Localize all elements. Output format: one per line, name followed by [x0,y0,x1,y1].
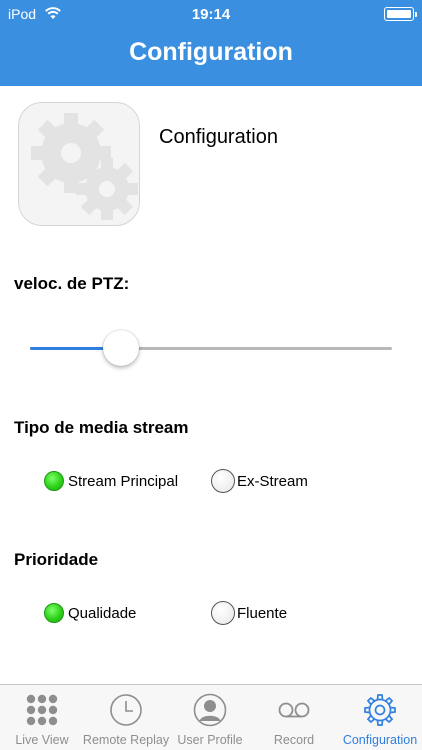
radio-indicator[interactable] [44,471,64,491]
tab-live-view[interactable]: Live View [0,685,84,750]
tab-record[interactable]: Record [252,685,336,750]
tab-bar: Live View Remote Replay User Profile Rec… [0,684,422,750]
tab-remote-replay[interactable]: Remote Replay [83,685,169,750]
ptz-speed-label: veloc. de PTZ: [14,274,130,293]
radio-fluente[interactable]: Fluente [211,601,287,625]
tab-user-profile[interactable]: User Profile [168,685,252,750]
clock-icon [109,693,143,727]
radio-qualidade[interactable]: Qualidade [42,601,136,625]
tab-label: Record [273,733,315,747]
tab-configuration[interactable]: Configuration [338,685,422,750]
page-title: Configuration [129,38,293,66]
radio-label: Fluente [237,604,288,622]
priority-label: Prioridade [14,550,99,569]
media-stream-label: Tipo de media stream [14,418,189,437]
grid-icon [25,693,59,727]
gear-icon [363,693,397,727]
radio-label: Ex-Stream [237,472,308,490]
radio-label: Stream Principal [68,472,179,490]
voicemail-icon [277,693,311,727]
gears-icon [18,102,140,226]
radio-label: Qualidade [68,604,137,622]
slider-thumb[interactable] [103,330,139,366]
status-time: 19:14 [191,6,231,23]
user-icon [193,693,227,727]
battery-icon [384,7,417,21]
tab-label: Configuration [342,733,418,747]
radio-indicator[interactable] [44,603,64,623]
radio-stream-principal[interactable]: Stream Principal [42,469,178,493]
radio-ex-stream[interactable]: Ex-Stream [211,469,308,493]
radio-indicator[interactable] [211,469,235,493]
header: iPod 19:14 Configuration [0,0,422,86]
ptz-speed-slider[interactable] [30,330,392,366]
radio-indicator[interactable] [211,601,235,625]
status-bar: iPod 19:14 [0,0,422,28]
section-title: Configuration [159,126,278,148]
